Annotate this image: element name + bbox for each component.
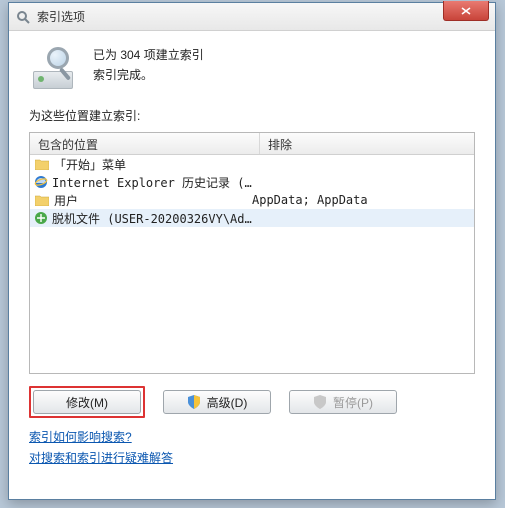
row-label: Internet Explorer 历史记录 (USE...	[52, 174, 252, 191]
window-title: 索引选项	[37, 8, 85, 25]
row-label: 「开始」菜单	[54, 156, 126, 173]
indexed-count-text: 已为 304 项建立索引	[93, 45, 204, 65]
highlight-box: 修改(M)	[29, 386, 145, 418]
shield-icon	[313, 395, 327, 409]
folder-icon	[34, 156, 50, 172]
locations-list[interactable]: 包含的位置 排除 「开始」菜单Internet Explorer 历史记录 (U…	[29, 132, 475, 374]
modify-button[interactable]: 修改(M)	[33, 390, 141, 414]
pause-button: 暂停(P)	[289, 390, 397, 414]
row-label: 用户	[54, 192, 78, 209]
row-label: 脱机文件 (USER-20200326VY\Admin...	[52, 210, 252, 227]
magnifier-drive-icon	[29, 45, 77, 93]
list-header: 包含的位置 排除	[30, 133, 474, 155]
shield-icon	[187, 395, 201, 409]
app-icon	[15, 9, 31, 25]
ie-icon	[34, 174, 48, 190]
table-row[interactable]: 脱机文件 (USER-20200326VY\Admin...	[30, 209, 474, 227]
link-how-affects-search[interactable]: 索引如何影响搜索?	[29, 428, 132, 445]
header-included[interactable]: 包含的位置	[30, 133, 260, 154]
table-row[interactable]: 用户 AppData; AppData	[30, 191, 474, 209]
advanced-button[interactable]: 高级(D)	[163, 390, 271, 414]
row-exclude: AppData; AppData	[252, 193, 470, 207]
link-troubleshoot[interactable]: 对搜索和索引进行疑难解答	[29, 449, 173, 466]
folder-icon	[34, 192, 50, 208]
indexing-options-window: 索引选项 已为 304 项建立索引 索引完成。 为这些位置建立索引: 包含的位置…	[8, 2, 496, 500]
titlebar[interactable]: 索引选项	[9, 3, 495, 31]
indexing-complete-text: 索引完成。	[93, 65, 204, 85]
table-row[interactable]: 「开始」菜单	[30, 155, 474, 173]
content-area: 已为 304 项建立索引 索引完成。 为这些位置建立索引: 包含的位置 排除 「…	[9, 31, 495, 480]
header-exclude[interactable]: 排除	[260, 133, 474, 154]
locations-label: 为这些位置建立索引:	[29, 107, 475, 124]
close-button[interactable]	[443, 1, 489, 21]
status-text: 已为 304 项建立索引 索引完成。	[93, 45, 204, 85]
table-row[interactable]: Internet Explorer 历史记录 (USE...	[30, 173, 474, 191]
offline-icon	[34, 210, 48, 226]
